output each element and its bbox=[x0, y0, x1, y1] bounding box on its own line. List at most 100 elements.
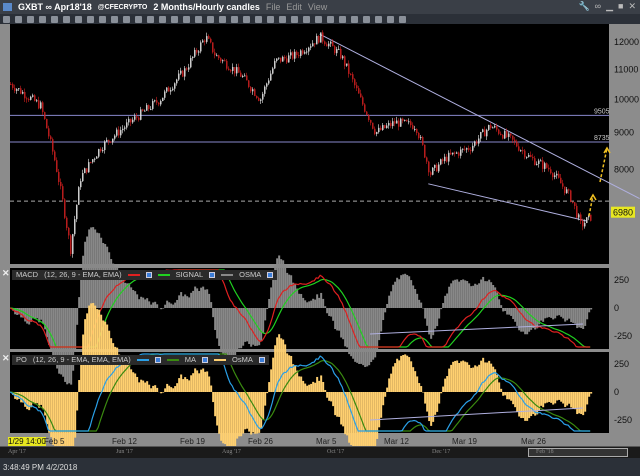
price-panel bbox=[10, 24, 609, 264]
macd-histogram-bar bbox=[92, 227, 95, 308]
date-tick-label: Mar 5 bbox=[316, 437, 337, 446]
po-histogram-bar bbox=[350, 392, 353, 446]
macd-histogram-bar bbox=[520, 308, 523, 332]
candle bbox=[140, 109, 142, 120]
candle bbox=[304, 52, 306, 54]
candle bbox=[286, 58, 288, 63]
po-histogram-bar bbox=[502, 392, 505, 396]
macd-histogram-bar bbox=[466, 281, 469, 308]
candle bbox=[278, 57, 280, 59]
candle bbox=[266, 83, 268, 87]
candle bbox=[30, 96, 32, 100]
po-osma-checkbox[interactable] bbox=[258, 357, 265, 363]
candle bbox=[160, 101, 162, 105]
po-histogram-bar bbox=[268, 382, 271, 392]
po-histogram-bar bbox=[204, 371, 207, 392]
po-histogram-bar bbox=[434, 392, 437, 415]
candle bbox=[368, 115, 370, 121]
macd-histogram-bar bbox=[322, 298, 325, 308]
po-histogram-bar bbox=[436, 392, 439, 412]
time-scrollbar[interactable]: Apr '17 Jun '17 Aug '17 Oct '17 Dec '17 … bbox=[0, 446, 640, 458]
macd-histogram-bar bbox=[124, 282, 127, 308]
candle bbox=[552, 173, 554, 178]
macd-histogram-bar bbox=[588, 308, 591, 313]
po-histogram-bar bbox=[230, 392, 233, 446]
po-histogram-bar bbox=[368, 392, 371, 446]
candle bbox=[294, 51, 296, 59]
candle bbox=[536, 163, 538, 166]
po-histogram-bar bbox=[396, 358, 399, 392]
macd-histogram-bar bbox=[414, 289, 417, 308]
po-histogram-bar bbox=[222, 392, 225, 444]
po-histogram-bar bbox=[152, 385, 155, 392]
po-histogram-bar bbox=[480, 360, 483, 392]
candle bbox=[258, 98, 260, 101]
candle bbox=[338, 48, 340, 50]
candle bbox=[444, 156, 446, 162]
macd-histogram-bar bbox=[370, 308, 373, 363]
macd-histogram-bar bbox=[324, 306, 327, 308]
candle bbox=[416, 128, 418, 133]
macd-histogram-bar bbox=[182, 296, 185, 308]
candle bbox=[336, 49, 338, 54]
candle bbox=[508, 133, 510, 137]
candle bbox=[194, 49, 196, 57]
candle bbox=[154, 100, 156, 102]
macd-histogram-bar bbox=[458, 281, 461, 308]
macd-histogram-bar bbox=[78, 297, 81, 308]
candle bbox=[562, 183, 564, 187]
po-histogram-bar bbox=[412, 367, 415, 392]
macd-histogram-bar bbox=[288, 274, 291, 308]
candle bbox=[342, 56, 344, 59]
candle bbox=[78, 187, 80, 205]
macd-histogram-bar bbox=[394, 281, 397, 308]
macd-histogram-bar bbox=[254, 308, 257, 346]
macd-histogram-bar bbox=[174, 302, 177, 308]
po-histogram-bar bbox=[90, 303, 93, 392]
macd-histogram-bar bbox=[134, 291, 137, 308]
po-histogram-bar bbox=[464, 361, 467, 392]
macd-histogram-bar bbox=[412, 285, 415, 308]
po-histogram-bar bbox=[166, 383, 169, 392]
chart-canvas[interactable]: 12000 11000 10000 9000 8000 9505 8735 6980 250 0 -… bbox=[0, 0, 640, 446]
candle bbox=[222, 60, 224, 62]
candle bbox=[568, 189, 570, 191]
macd-histogram-bar bbox=[428, 308, 431, 335]
candle bbox=[86, 168, 88, 173]
po-histogram-bar bbox=[576, 392, 579, 415]
candle bbox=[124, 127, 126, 129]
po-histogram-bar bbox=[150, 388, 153, 392]
candle bbox=[234, 66, 236, 74]
close-macd-icon[interactable]: ✕ bbox=[2, 268, 10, 279]
macd-swatch bbox=[127, 274, 140, 276]
macd-histogram-bar bbox=[30, 308, 33, 322]
candle bbox=[152, 101, 154, 109]
signal-checkbox[interactable] bbox=[209, 272, 216, 278]
po-checkbox[interactable] bbox=[154, 357, 161, 363]
candle bbox=[144, 110, 146, 112]
osma-checkbox[interactable] bbox=[267, 272, 274, 278]
candle bbox=[586, 217, 588, 223]
close-po-icon[interactable]: ✕ bbox=[2, 353, 10, 364]
macd-checkbox[interactable] bbox=[145, 272, 152, 278]
po-histogram-bar bbox=[388, 378, 391, 392]
candle bbox=[440, 159, 442, 165]
candle bbox=[108, 139, 110, 142]
po-histogram-bar bbox=[326, 392, 329, 398]
candle bbox=[386, 125, 388, 129]
po-histogram-bar bbox=[456, 360, 459, 392]
po-ma-checkbox[interactable] bbox=[202, 357, 209, 363]
po-histogram-bar bbox=[438, 392, 441, 404]
candle bbox=[262, 93, 264, 100]
candle bbox=[134, 116, 136, 120]
po-histogram-bar bbox=[402, 355, 405, 392]
macd-histogram-bar bbox=[556, 308, 559, 316]
macd-histogram-bar bbox=[292, 282, 295, 308]
candle bbox=[80, 181, 82, 188]
candle bbox=[572, 201, 574, 203]
macd-histogram-bar bbox=[576, 308, 579, 329]
candle bbox=[190, 58, 192, 68]
po-histogram-bar bbox=[332, 392, 335, 407]
candle bbox=[22, 92, 24, 94]
po-legend: PO (12, 26, 9 - EMA, EMA, EMA) MA OsMA bbox=[12, 355, 269, 365]
